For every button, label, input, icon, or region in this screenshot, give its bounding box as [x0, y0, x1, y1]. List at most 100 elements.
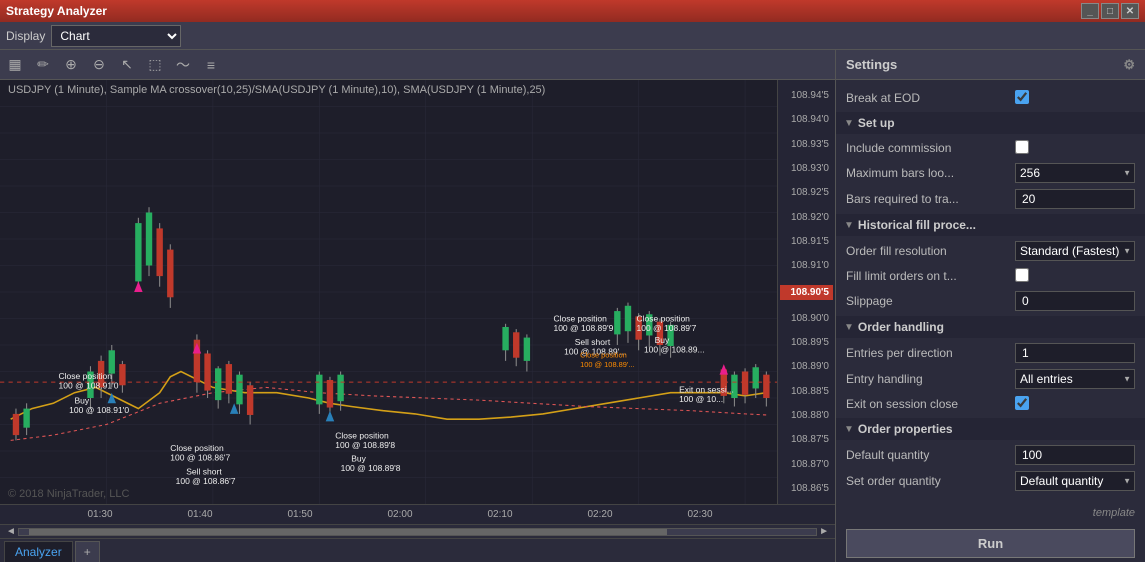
svg-text:100 @ 108.86'7: 100 @ 108.86'7	[176, 476, 236, 486]
default-quantity-label: Default quantity	[846, 448, 1015, 462]
entries-per-direction-label: Entries per direction	[846, 346, 1015, 360]
bars-required-input[interactable]	[1015, 189, 1135, 209]
tab-add-button[interactable]: +	[75, 541, 100, 562]
price-label: 108.88'5	[780, 386, 833, 397]
set-order-quantity-select[interactable]: Default quantity Strategy	[1015, 471, 1135, 491]
price-label: 108.91'0	[780, 260, 833, 271]
svg-text:Close position: Close position	[335, 430, 389, 440]
include-commission-checkbox[interactable]	[1015, 140, 1029, 154]
order-handling-triangle-icon: ▼	[844, 322, 854, 333]
svg-text:Sell short: Sell short	[186, 466, 222, 476]
list-icon[interactable]: ≡	[200, 54, 222, 76]
slippage-label: Slippage	[846, 294, 1015, 308]
bars-required-row: Bars required to tra...	[836, 186, 1145, 212]
template-link[interactable]: template	[1093, 507, 1135, 519]
setup-triangle-icon: ▼	[844, 118, 854, 129]
set-order-quantity-label: Set order quantity	[846, 474, 1015, 488]
entry-handling-row: Entry handling All entries First entry o…	[836, 366, 1145, 392]
setup-section-header[interactable]: ▼ Set up	[836, 112, 1145, 134]
set-order-quantity-row: Set order quantity Default quantity Stra…	[836, 468, 1145, 494]
pencil-icon[interactable]: ✏	[32, 54, 54, 76]
run-button[interactable]: Run	[846, 529, 1135, 558]
price-label: 108.87'0	[780, 459, 833, 470]
price-label: 108.91'5	[780, 236, 833, 247]
watermark-text: © 2018 NinjaTrader, LLC	[8, 488, 129, 500]
chart-svg: Close position 100 @ 108.91'0 Buy 100 @ …	[0, 80, 777, 504]
order-fill-resolution-label: Order fill resolution	[846, 244, 1015, 258]
time-label-0220: 02:20	[587, 509, 612, 520]
scrollbar-area[interactable]: ◄ ►	[0, 524, 835, 538]
slippage-row: Slippage	[836, 288, 1145, 314]
scrollbar-thumb[interactable]	[29, 529, 667, 535]
bar-chart-icon[interactable]: ▦	[4, 54, 26, 76]
settings-title: Settings	[846, 57, 897, 72]
scrollbar-track[interactable]	[18, 528, 817, 536]
historical-fill-section-header[interactable]: ▼ Historical fill proce...	[836, 214, 1145, 236]
order-fill-select[interactable]: Standard (Fastest) High Tick	[1015, 241, 1135, 261]
zoom-in-icon[interactable]: ⊕	[60, 54, 82, 76]
close-button[interactable]: ✕	[1121, 3, 1139, 19]
order-handling-section-header[interactable]: ▼ Order handling	[836, 316, 1145, 338]
bars-required-label: Bars required to tra...	[846, 192, 1015, 206]
scroll-left-arrow[interactable]: ◄	[4, 526, 18, 537]
break-at-eod-row: Break at EOD	[836, 86, 1145, 110]
max-bars-select-wrapper: 256 512 1024	[1015, 163, 1135, 183]
zoom-out-icon[interactable]: ⊖	[88, 54, 110, 76]
setup-section-title: Set up	[858, 116, 895, 130]
time-label-0200: 02:00	[387, 509, 412, 520]
settings-footer: template	[836, 501, 1145, 525]
display-label: Display	[6, 29, 45, 43]
svg-text:100 @ 10...: 100 @ 10...	[679, 394, 723, 404]
price-label: 108.92'5	[780, 187, 833, 198]
display-select[interactable]: Chart Performance Trades Orders	[51, 25, 181, 47]
price-label: 108.86'5	[780, 483, 833, 494]
fill-limit-orders-checkbox[interactable]	[1015, 268, 1029, 282]
order-fill-resolution-row: Order fill resolution Standard (Fastest)…	[836, 238, 1145, 264]
current-price-label: 108.90'5	[780, 285, 833, 300]
entry-handling-select[interactable]: All entries First entry only Last entry …	[1015, 369, 1135, 389]
svg-text:Close position: Close position	[170, 443, 224, 453]
svg-text:100 @ 108.86'7: 100 @ 108.86'7	[170, 453, 230, 463]
time-label-0230: 02:30	[687, 509, 712, 520]
include-commission-row: Include commission	[836, 136, 1145, 160]
slippage-input[interactable]	[1015, 291, 1135, 311]
select-icon[interactable]: ⬚	[144, 54, 166, 76]
pointer-icon[interactable]: ↖	[116, 54, 138, 76]
minimize-button[interactable]: _	[1081, 3, 1099, 19]
settings-gear-icon[interactable]: ⚙	[1123, 57, 1135, 73]
max-bars-select[interactable]: 256 512 1024	[1015, 163, 1135, 183]
settings-content: Break at EOD ▼ Set up Include commission	[836, 80, 1145, 501]
default-quantity-input[interactable]	[1015, 445, 1135, 465]
chart-canvas[interactable]: USDJPY (1 Minute), Sample MA crossover(1…	[0, 80, 835, 504]
price-label: 108.94'5	[780, 90, 833, 101]
svg-text:100 @ 108.89'8: 100 @ 108.89'8	[341, 463, 401, 473]
tab-analyzer[interactable]: Analyzer	[4, 541, 73, 562]
svg-text:100 @ 108.89'9: 100 @ 108.89'9	[553, 323, 613, 333]
entries-per-direction-input[interactable]	[1015, 343, 1135, 363]
price-label: 108.94'0	[780, 114, 833, 125]
price-label: 108.89'5	[780, 337, 833, 348]
exit-on-session-close-checkbox[interactable]	[1015, 396, 1029, 410]
main-container: Display Chart Performance Trades Orders …	[0, 22, 1145, 562]
order-properties-section-header[interactable]: ▼ Order properties	[836, 418, 1145, 440]
wave-icon[interactable]: 〜	[172, 54, 194, 76]
order-properties-section-title: Order properties	[858, 422, 953, 436]
svg-text:100 @ 108.89'7: 100 @ 108.89'7	[637, 323, 697, 333]
settings-panel: Settings ⚙ Break at EOD ▼ Set up Inclu	[835, 50, 1145, 562]
svg-text:100 @ 108.89...: 100 @ 108.89...	[644, 344, 705, 354]
svg-text:100 @ 108.89'8: 100 @ 108.89'8	[335, 440, 395, 450]
maximize-button[interactable]: □	[1101, 3, 1119, 19]
scroll-right-arrow[interactable]: ►	[817, 526, 831, 537]
window-controls: _ □ ✕	[1081, 3, 1139, 19]
break-at-eod-checkbox[interactable]	[1015, 90, 1029, 104]
time-label-0210: 02:10	[487, 509, 512, 520]
svg-text:100 @ 108.91'0: 100 @ 108.91'0	[69, 405, 129, 415]
svg-text:Buy: Buy	[75, 395, 90, 405]
svg-text:Close position: Close position	[59, 371, 113, 381]
price-label: 108.92'0	[780, 212, 833, 223]
svg-text:100 @ 108.89'...: 100 @ 108.89'...	[580, 360, 634, 369]
include-commission-label: Include commission	[846, 141, 1015, 155]
content-area: ▦ ✏ ⊕ ⊖ ↖ ⬚ 〜 ≡ USDJPY (1 Minute), Sampl…	[0, 50, 1145, 562]
svg-text:Sell short: Sell short	[575, 337, 611, 347]
price-label: 108.90'0	[780, 313, 833, 324]
